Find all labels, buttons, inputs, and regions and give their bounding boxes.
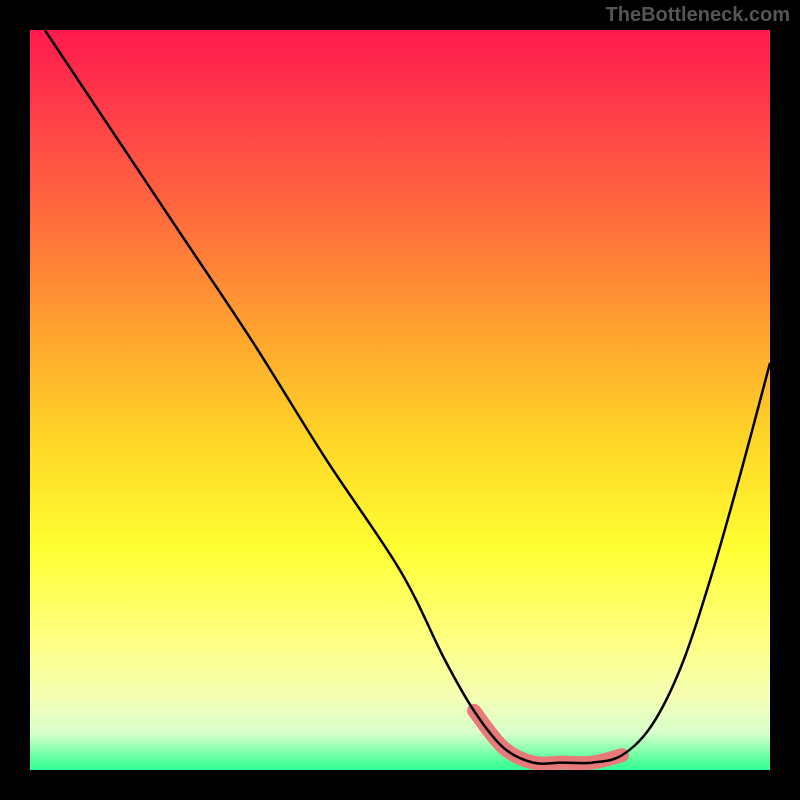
bottleneck-curve xyxy=(45,30,770,764)
plot-area xyxy=(30,30,770,770)
trough-band xyxy=(474,711,622,764)
watermark-text: TheBottleneck.com xyxy=(606,4,790,27)
chart-svg xyxy=(30,30,770,770)
